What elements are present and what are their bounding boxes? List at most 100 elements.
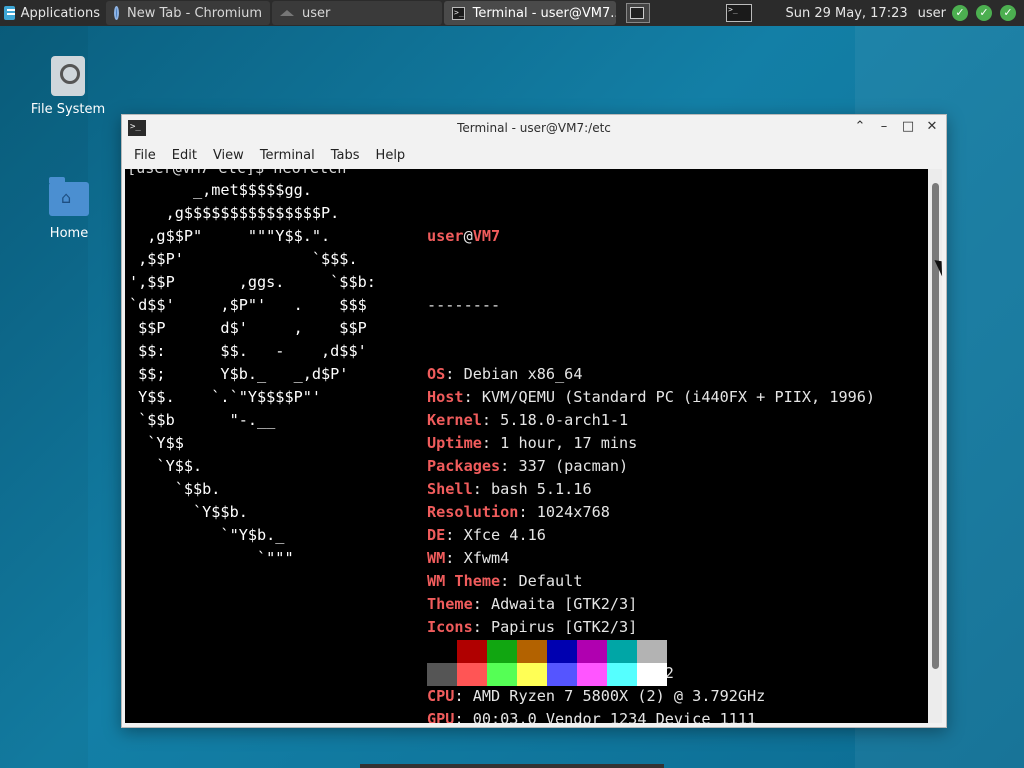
info-row: Kernel: 5.18.0-arch1-1 (427, 411, 629, 429)
color-swatch (607, 663, 637, 686)
minimize-button[interactable]: – (876, 119, 892, 134)
info-key: DE (427, 526, 446, 544)
logo-line: `"Y$b._ (129, 526, 285, 544)
user-host: user@VM7 (427, 227, 501, 245)
info-row: OS: Debian x86_64 (427, 365, 583, 383)
info-key: GPU (427, 710, 455, 723)
logo-line: $$P d$' , $$P (129, 319, 367, 337)
info-value: Xfce 4.16 (463, 526, 546, 544)
terminal-icon: >_ (128, 120, 146, 136)
logo-line: `""" (129, 549, 294, 567)
terminal-icon: >_ (452, 6, 465, 20)
logo-line: ,g$$P" """Y$$.". (129, 227, 331, 245)
color-swatch (607, 640, 637, 663)
logo-line: `$$b. (129, 480, 221, 498)
info-value: 1024x768 (536, 503, 610, 521)
info-key: CPU (427, 687, 455, 705)
desktop-icon-home[interactable]: Home (24, 177, 114, 241)
info-value: bash 5.1.16 (491, 480, 592, 498)
task-terminal[interactable]: >_ Terminal - user@VM7... (444, 1, 616, 25)
info-value: Papirus [GTK2/3] (491, 618, 638, 636)
shade-button[interactable]: ⌃ (852, 119, 868, 134)
clock[interactable]: Sun 29 May, 17:23 (785, 0, 917, 26)
desktop-icon-label: Home (49, 226, 89, 241)
info-key: WM (427, 549, 446, 567)
close-button[interactable]: ✕ (924, 119, 940, 134)
info-key: Icons (427, 618, 473, 636)
menu-edit[interactable]: Edit (164, 148, 205, 163)
task-chromium[interactable]: New Tab - Chromium (106, 1, 270, 25)
task-file-manager[interactable]: user (272, 1, 442, 25)
scrollbar[interactable] (928, 169, 942, 723)
info-value: 5.18.0-arch1-1 (500, 411, 629, 429)
menu-help[interactable]: Help (368, 148, 414, 163)
logo-line: `Y$$ (129, 434, 184, 452)
info-separator: -------- (427, 296, 501, 314)
logo-line: ',$$P ,ggs. `$$b: (129, 273, 376, 291)
info-key: Theme (427, 595, 473, 613)
info-value: Default (518, 572, 583, 590)
status-ok-icon[interactable]: ✓ (976, 5, 992, 21)
color-swatch (457, 663, 487, 686)
user-menu[interactable]: user (918, 0, 952, 26)
scrollbar-thumb[interactable] (932, 183, 939, 669)
info-row: CPU: AMD Ryzen 7 5800X (2) @ 3.792GHz (427, 687, 766, 705)
info-key: Host (427, 388, 464, 406)
status-ok-icon[interactable]: ✓ (952, 5, 968, 21)
info-row: DE: Xfce 4.16 (427, 526, 546, 544)
home-icon (280, 10, 294, 16)
info-host: VM7 (472, 227, 501, 245)
menu-file[interactable]: File (126, 148, 164, 163)
info-row: Icons: Papirus [GTK2/3] (427, 618, 638, 636)
menu-view[interactable]: View (205, 148, 252, 163)
info-key: Resolution (427, 503, 519, 521)
window-titlebar[interactable]: >_ Terminal - user@VM7:/etc ⌃ – □ ✕ (122, 115, 946, 141)
workspace-switcher[interactable] (616, 0, 650, 26)
workspace-icon (626, 3, 650, 23)
terminal-window: >_ Terminal - user@VM7:/etc ⌃ – □ ✕ File… (121, 114, 947, 728)
logo-line: `$$b "-.__ (129, 411, 276, 429)
menu-terminal[interactable]: Terminal (252, 148, 323, 163)
info-row: Host: KVM/QEMU (Standard PC (i440FX + PI… (427, 388, 876, 406)
terminal-output[interactable]: [user@VM7 etc]$ neofetch _,met$$$$$gg. ,… (125, 169, 928, 723)
info-user: user (427, 227, 464, 245)
logo-line: `Y$$. (129, 457, 203, 475)
info-value: AMD Ryzen 7 5800X (2) @ 3.792GHz (472, 687, 766, 705)
bottom-dock (360, 764, 664, 768)
logo-line: `Y$$b. (129, 503, 248, 521)
logo-line: ,g$$$$$$$$$$$$$$$P. (129, 204, 340, 222)
menu-tabs[interactable]: Tabs (323, 148, 368, 163)
color-swatch (637, 663, 667, 686)
home-folder-icon (49, 177, 89, 216)
applications-menu[interactable]: Applications (0, 0, 104, 26)
maximize-button[interactable]: □ (900, 119, 916, 134)
color-swatch (517, 640, 547, 663)
color-swatch (427, 663, 457, 686)
info-key: WM Theme (427, 572, 501, 590)
status-ok-icon[interactable]: ✓ (1000, 5, 1016, 21)
terminal-launcher[interactable]: >_ (726, 0, 752, 26)
desktop-icon-file-system[interactable]: File System (23, 56, 113, 117)
task-label: Terminal - user@VM7... (472, 5, 616, 21)
info-row: WM: Xfwm4 (427, 549, 510, 567)
debian-ascii-logo: _,met$$$$$gg. ,g$$$$$$$$$$$$$$$P. ,g$$P"… (129, 179, 376, 570)
color-swatch (547, 640, 577, 663)
menubar: File Edit View Terminal Tabs Help (122, 141, 946, 169)
info-row: GPU: 00:03.0 Vendor 1234 Device 1111 (427, 708, 875, 723)
terminal-launcher-icon: >_ (726, 4, 752, 22)
wallpaper-panel (0, 26, 88, 768)
applications-label: Applications (20, 5, 100, 21)
info-row: Shell: bash 5.1.16 (427, 480, 592, 498)
logo-line: $$: $$. - ,d$$' (129, 342, 367, 360)
info-row: Theme: Adwaita [GTK2/3] (427, 595, 638, 613)
logo-line: ,$$P' `$$$. (129, 250, 358, 268)
logo-line: Y$$. `.`"Y$$$$P"' (129, 388, 322, 406)
color-palette (427, 640, 667, 686)
info-row: Uptime: 1 hour, 17 mins (427, 434, 638, 452)
info-key: Kernel (427, 411, 482, 429)
color-swatch (427, 640, 457, 663)
top-panel: Applications New Tab - Chromium user >_ … (0, 0, 1024, 26)
info-value: Debian x86_64 (463, 365, 583, 383)
desktop-icon-label: File System (30, 102, 106, 117)
applications-icon (4, 6, 15, 20)
